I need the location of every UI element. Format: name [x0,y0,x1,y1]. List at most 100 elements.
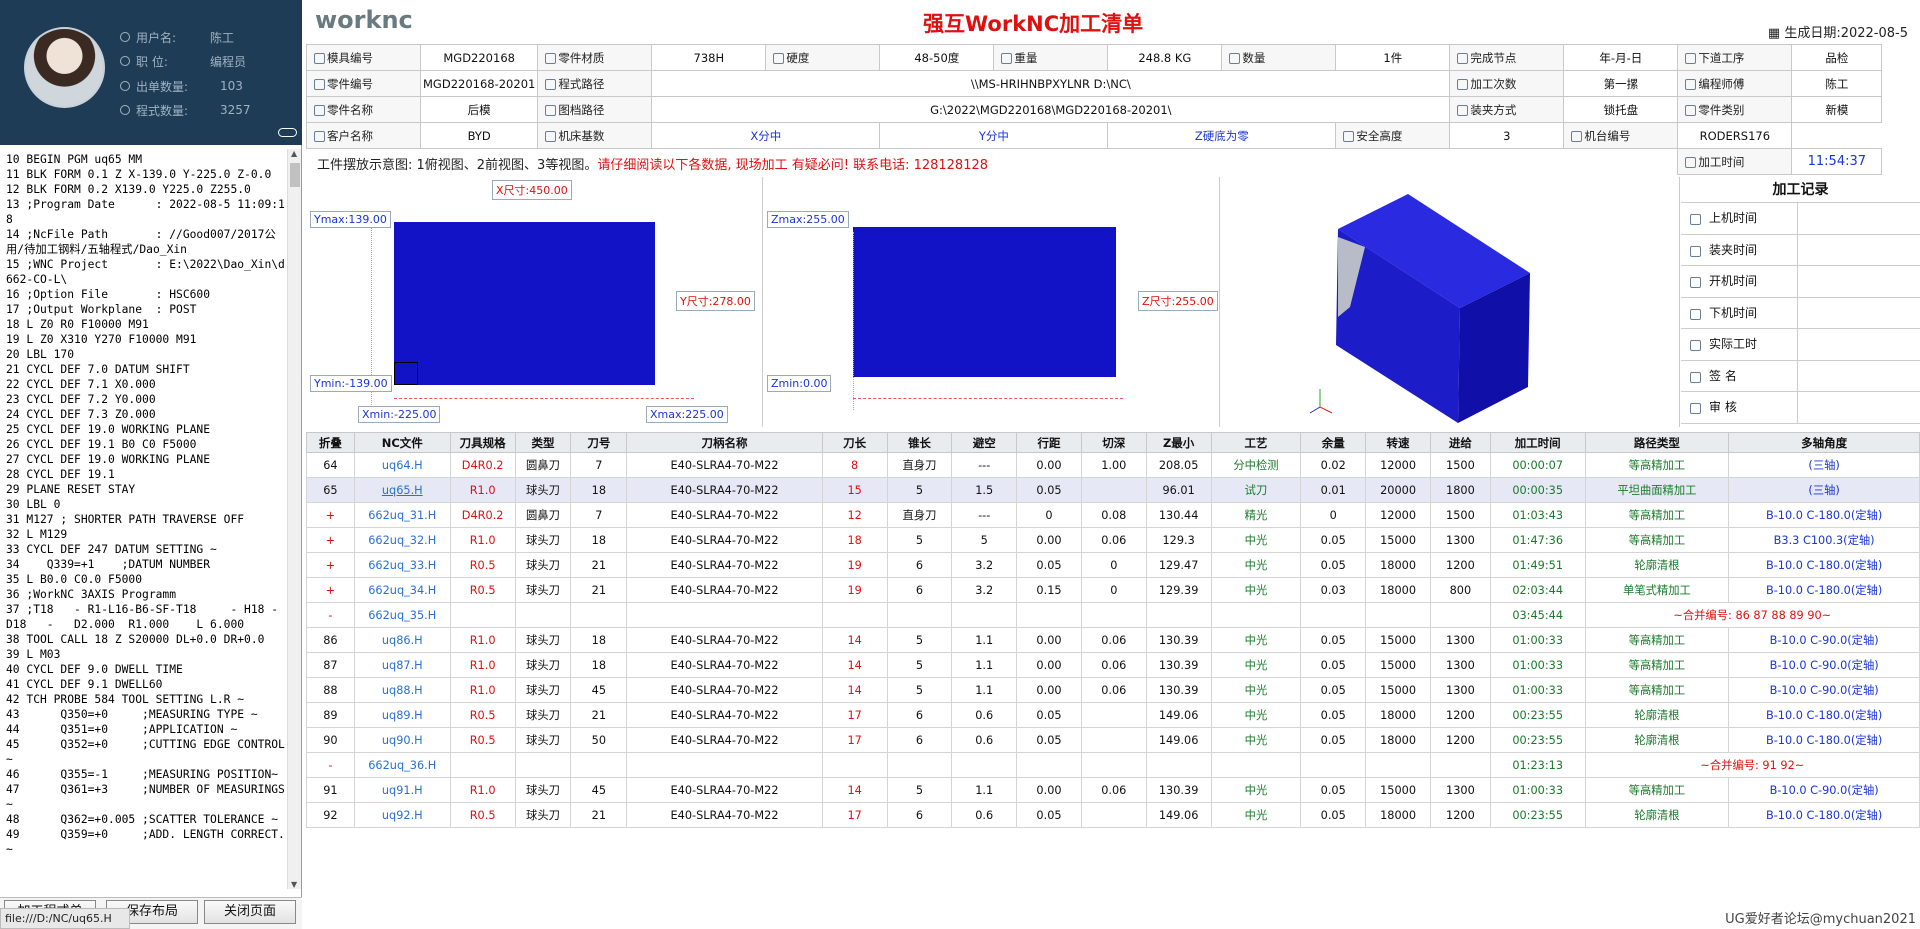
column-header[interactable]: Z最小 [1145,432,1212,453]
table-cell[interactable]: 662uq_31.H [353,502,451,528]
code-line: 28 CYCL DEF 19.1 [6,468,115,481]
stack-icon [120,81,130,91]
safe-height: 3 [1449,122,1565,149]
code-line: 37 ;T18 - R1-L16-B6-SF-T18 - H18 - D18 -… [6,603,285,631]
table-cell: 0.08 [1080,502,1147,528]
table-cell [1429,752,1491,778]
table-cell: 0.00 [1016,627,1082,653]
table-cell: ~合并编号: 86 87 88 89 90~ [1584,602,1920,628]
table-cell: 130.39 [1145,627,1212,653]
table-cell[interactable]: uq92.H [353,802,451,828]
scroll-down-icon[interactable]: ▼ [291,880,297,889]
table-cell [1016,602,1082,628]
code-scrollbar[interactable]: ▲ ▼ [287,149,301,889]
column-header[interactable]: 锥长 [886,432,953,453]
scroll-thumb[interactable] [290,163,300,187]
table-cell[interactable]: uq90.H [353,727,451,753]
column-header[interactable]: 多轴角度 [1728,432,1920,453]
table-cell: R0.5 [449,552,516,578]
close-page-button[interactable]: 关闭页面 [204,900,296,924]
operation-row[interactable]: +662uq_33.H R0.5 球头刀 21 E40-SLRA4-70-M22 19 6 3… [306,552,1920,578]
table-cell[interactable]: 662uq_32.H [353,527,451,553]
nc-code-view[interactable]: 10 BEGIN PGM uq65 MM 11 BLK FORM 0.1 Z X-… [6,152,286,888]
table-cell[interactable]: 662uq_34.H [353,577,451,603]
main-panel: worknc 强互WorkNC加工清单 ▦ 生成日期:2022-08-5 模具编… [303,0,1920,929]
operation-row[interactable]: 92 uq92.H R0.5 球头刀 21 E40-SLRA4-70-M22 17 6 0.6 0… [306,802,1920,828]
column-header[interactable]: NC文件 [353,432,451,453]
table-cell[interactable]: uq87.H [353,652,451,678]
column-header[interactable]: 余量 [1300,432,1367,453]
table-cell[interactable]: uq88.H [353,677,451,703]
column-header[interactable]: 折叠 [306,432,355,453]
column-header[interactable]: 加工时间 [1489,432,1586,453]
column-header[interactable]: 行距 [1016,432,1082,453]
operation-row[interactable]: 65 uq65.H R1.0 球头刀 18 E40-SLRA4-70-M22 15 5 1.5 0… [306,477,1920,503]
table-cell: 0.6 [951,727,1018,753]
scroll-up-icon[interactable]: ▲ [291,149,297,158]
table-cell: 03:45:44 [1489,602,1586,628]
column-header[interactable]: 路径类型 [1584,432,1730,453]
table-cell: 18000 [1365,702,1431,728]
drawing-path-label: 图档路径 [537,96,653,123]
operation-row[interactable]: 86 uq86.H R1.0 球头刀 18 E40-SLRA4-70-M22 14 5 1.1 0… [306,627,1920,653]
column-header[interactable]: 刀柄名称 [626,432,823,453]
operation-row[interactable]: 90 uq90.H R0.5 球头刀 50 E40-SLRA4-70-M22 17 6 0.6 0… [306,727,1920,753]
prog-path-label: 程式路径 [537,70,653,97]
mold-no-label: 模具编号 [306,44,421,71]
operation-row[interactable]: 64 uq64.H D4R0.2 圆鼻刀 7 E40-SLRA4-70-M22 8 直身刀 --… [306,452,1920,478]
operation-row[interactable]: 88 uq88.H R1.0 球头刀 45 E40-SLRA4-70-M22 14 5 1.1 0… [306,677,1920,703]
table-cell: 01:23:13 [1489,752,1586,778]
operation-row[interactable]: +662uq_31.H D4R0.2 圆鼻刀 7 E40-SLRA4-70-M22 12 直… [306,502,1920,528]
operation-row[interactable]: 91 uq91.H R1.0 球头刀 45 E40-SLRA4-70-M22 14 5 1.1 0… [306,777,1920,803]
column-header[interactable]: 工艺 [1210,432,1302,453]
table-cell: 0.00 [1016,777,1082,803]
table-cell: 90 [306,727,355,753]
table-cell[interactable]: uq91.H [353,777,451,803]
operation-row[interactable]: +662uq_32.H R1.0 球头刀 18 E40-SLRA4-70-M22 18 5 5… [306,527,1920,553]
table-cell[interactable]: uq89.H [353,702,451,728]
table-cell[interactable]: uq86.H [353,627,451,653]
operation-row[interactable]: -662uq_35.H 03:45:44 ~合并编号: 86 87 88 89 90… [306,602,1920,628]
column-header[interactable]: 刀具规格 [449,432,516,453]
mach-time-label: 加工时间 [1677,148,1793,175]
table-cell[interactable]: uq65.H [353,477,451,503]
programmer-label: 编程师傅 [1677,70,1793,97]
table-cell [1080,752,1147,778]
table-cell: 00:00:07 [1489,452,1586,478]
table-cell: 0.6 [951,702,1018,728]
table-cell: + [306,577,355,603]
sidebar-toggle[interactable] [278,128,297,137]
operation-row[interactable]: 87 uq87.H R1.0 球头刀 18 E40-SLRA4-70-M22 14 5 1.1 0… [306,652,1920,678]
iso-view [1220,177,1680,427]
table-cell: 130.39 [1145,652,1212,678]
table-cell: 等高精加工 [1584,652,1730,678]
column-header[interactable]: 刀号 [570,432,628,453]
operation-row[interactable]: +662uq_34.H R0.5 球头刀 21 E40-SLRA4-70-M22 19 6 3… [306,577,1920,603]
table-cell: 0.05 [1300,652,1367,678]
table-cell: 中光 [1210,702,1302,728]
operation-row[interactable]: -662uq_36.H 01:23:13 ~合并编号: 91 92~ [306,752,1920,778]
column-header[interactable]: 刀长 [821,432,888,453]
column-header[interactable]: 进给 [1429,432,1491,453]
table-cell[interactable]: 662uq_35.H [353,602,451,628]
ymin-tag: Ymin:-139.00 [310,375,392,392]
table-cell: 89 [306,702,355,728]
code-line: 29 PLANE RESET STAY [6,483,136,496]
table-cell: 5 [886,477,953,503]
table-cell: 1.00 [1080,452,1147,478]
table-cell[interactable]: 662uq_33.H [353,552,451,578]
table-cell: 6 [886,802,953,828]
table-cell: E40-SLRA4-70-M22 [626,802,823,828]
table-cell[interactable]: uq64.H [353,452,451,478]
column-header[interactable]: 类型 [514,432,572,453]
column-header[interactable]: 避空 [951,432,1018,453]
xmin-tag: Xmin:-225.00 [358,406,441,423]
column-header[interactable]: 转速 [1365,432,1431,453]
table-cell: 轮廓清根 [1584,802,1730,828]
table-cell [886,602,953,628]
z-size-tag: Z尺寸:255.00 [1138,291,1218,311]
table-cell: 5 [951,527,1018,553]
column-header[interactable]: 切深 [1080,432,1147,453]
table-cell[interactable]: 662uq_36.H [353,752,451,778]
operation-row[interactable]: 89 uq89.H R0.5 球头刀 21 E40-SLRA4-70-M22 17 6 0.6 0… [306,702,1920,728]
